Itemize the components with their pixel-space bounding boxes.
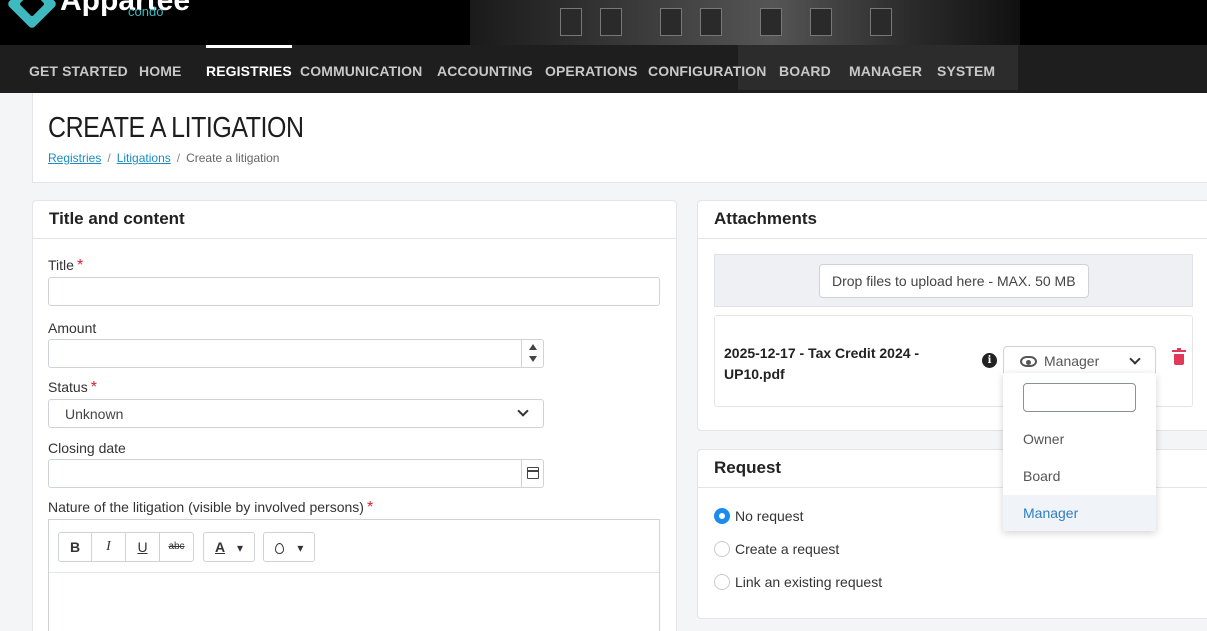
header-banner: Appartee condo <box>0 0 1207 45</box>
nav-item-communication[interactable]: COMMUNICATION <box>300 45 422 93</box>
amount-stepper[interactable] <box>521 340 543 367</box>
amount-input[interactable] <box>48 339 544 368</box>
stepper-down-icon[interactable] <box>529 356 537 362</box>
nav-item-operations[interactable]: OPERATIONS <box>545 45 638 93</box>
nav-item-home[interactable]: HOME <box>139 45 181 93</box>
strikethrough-button[interactable]: abc <box>159 532 194 562</box>
title-label: Title * <box>48 257 84 274</box>
file-dropzone[interactable]: Drop files to upload here - MAX. 50 MB <box>714 254 1193 307</box>
main-nav: GET STARTED HOME REGISTRIES COMMUNICATIO… <box>0 45 1207 93</box>
visibility-value: Manager <box>1044 353 1100 369</box>
option-owner[interactable]: Owner <box>1003 421 1156 457</box>
underline-button[interactable]: U <box>125 532 160 562</box>
calendar-icon[interactable] <box>521 460 543 487</box>
breadcrumb-litigations[interactable]: Litigations <box>117 151 171 165</box>
eye-icon <box>1020 356 1037 367</box>
drop-files-button[interactable]: Drop files to upload here - MAX. 50 MB <box>819 264 1089 298</box>
visibility-select[interactable]: Manager <box>1003 346 1156 376</box>
status-label: Status * <box>48 379 97 396</box>
option-manager[interactable]: Manager <box>1003 495 1156 531</box>
rich-text-editor[interactable]: B I U abc A ▾ ▾ <box>48 519 660 631</box>
attachment-file-name: 2025-12-17 - Tax Credit 2024 - UP10.pdf <box>724 345 920 382</box>
section-title-content: Title and content <box>33 201 676 239</box>
background-color-button[interactable]: ▾ <box>263 532 315 562</box>
nav-item-manager[interactable]: MANAGER <box>849 45 922 93</box>
visibility-dropdown: Owner Board Manager <box>1003 373 1156 531</box>
font-color-icon: A <box>214 539 226 555</box>
caret-down-icon: ▾ <box>236 541 244 555</box>
option-board[interactable]: Board <box>1003 458 1156 494</box>
status-select[interactable]: Unknown <box>48 399 544 428</box>
nav-item-accounting[interactable]: ACCOUNTING <box>437 45 533 93</box>
breadcrumb-current: Create a litigation <box>186 151 280 165</box>
italic-button[interactable]: I <box>91 532 126 562</box>
stepper-up-icon[interactable] <box>529 344 537 350</box>
brand-sub: condo <box>128 4 164 19</box>
chevron-down-icon <box>517 405 529 417</box>
page-title: CREATE A LITIGATION <box>48 112 304 144</box>
closing-date-input[interactable] <box>48 459 544 488</box>
closing-date-label: Closing date <box>48 440 126 456</box>
title-input[interactable] <box>48 277 660 306</box>
bold-button[interactable]: B <box>58 532 92 562</box>
radio-button[interactable] <box>714 508 730 524</box>
required-mark: * <box>76 257 84 274</box>
chevron-down-icon <box>1129 353 1141 365</box>
nav-item-configuration[interactable]: CONFIGURATION <box>648 45 766 93</box>
nav-item-registries[interactable]: REGISTRIES <box>206 45 292 93</box>
nature-label: Nature of the litigation (visible by inv… <box>48 499 374 516</box>
amount-label: Amount <box>48 320 97 336</box>
delete-icon[interactable] <box>1172 348 1186 365</box>
nav-item-get-started[interactable]: GET STARTED <box>29 45 128 93</box>
droplet-icon <box>274 542 284 554</box>
breadcrumb: Registries / Litigations / Create a litigati… <box>48 151 280 165</box>
caret-down-icon: ▾ <box>297 541 304 555</box>
nav-item-board[interactable]: BOARD <box>779 45 831 93</box>
font-color-button[interactable]: A ▾ <box>203 532 255 562</box>
status-value: Unknown <box>65 406 124 422</box>
radio-button[interactable] <box>714 541 730 557</box>
breadcrumb-registries[interactable]: Registries <box>48 151 101 165</box>
info-icon[interactable]: i <box>982 353 997 368</box>
building-photo <box>470 0 1020 45</box>
nav-item-system[interactable]: SYSTEM <box>937 45 995 93</box>
brand-name[interactable]: Appartee <box>60 0 190 18</box>
logo-icon[interactable] <box>6 0 58 30</box>
dropdown-search-input[interactable] <box>1023 383 1136 412</box>
section-attachments: Attachments <box>698 201 1207 239</box>
radio-button[interactable] <box>714 574 730 590</box>
